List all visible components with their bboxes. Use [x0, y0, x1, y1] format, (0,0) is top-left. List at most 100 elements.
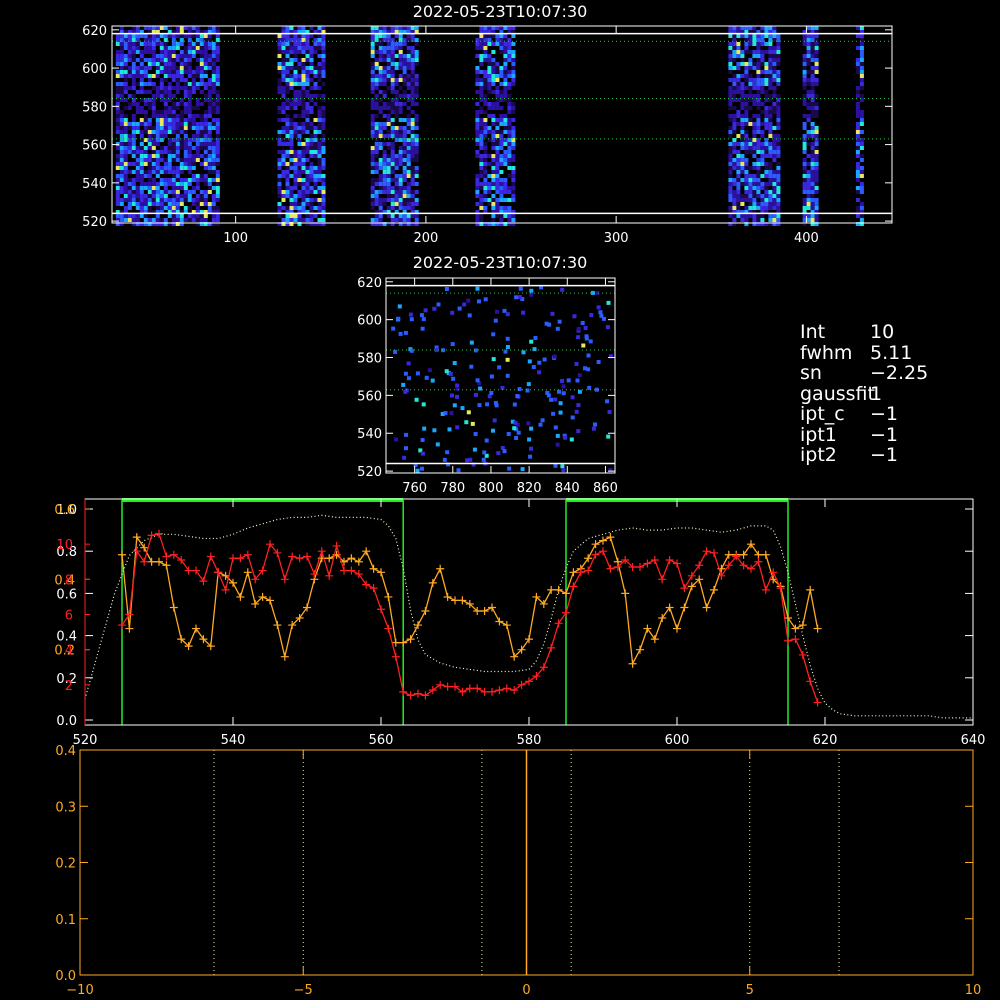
heatmap-wide-cell: [211, 126, 216, 130]
heatmap-wide-cell: [127, 190, 132, 194]
heatmap-wide-cell: [740, 26, 745, 30]
heatmap-wide-cell: [740, 134, 745, 138]
heatmap-wide-cell: [507, 26, 512, 30]
heatmap-wide-cell: [207, 190, 212, 194]
heatmap-wide-cell: [802, 102, 807, 106]
heatmap-wide-cell: [507, 214, 512, 218]
heatmap-wide-cell: [859, 174, 864, 178]
heatmap-wide-cell: [211, 62, 216, 66]
heatmap-wide-cell: [374, 154, 379, 158]
heatmap-wide-cell: [183, 70, 188, 74]
heatmap-wide-cell: [207, 66, 212, 70]
heatmap-wide-cell: [507, 218, 512, 222]
red-point: [443, 682, 452, 691]
heatmap-wide-cell: [756, 158, 761, 162]
heatmap-small-cell: [472, 447, 477, 452]
heatmap-wide-cell: [728, 114, 733, 118]
heatmap-wide-cell: [305, 74, 310, 78]
heatmap-wide-cell: [414, 118, 419, 122]
orange-point: [754, 550, 763, 559]
heatmap-wide-cell: [195, 158, 200, 162]
heatmap-wide-cell: [301, 170, 306, 174]
heatmap-wide-cell: [297, 166, 302, 170]
heatmap-wide-cell: [131, 26, 136, 30]
heatmap-wide-cell: [281, 58, 286, 62]
heatmap-wide-cell: [163, 106, 168, 110]
heatmap-wide-cell: [289, 194, 294, 198]
heatmap-wide-cell: [479, 118, 484, 122]
heatmap-wide-cell: [281, 110, 286, 114]
heatmap-wide-cell: [297, 94, 302, 98]
heatmap-wide-cell: [802, 178, 807, 182]
red-point: [680, 584, 689, 593]
heatmap-wide-cell: [374, 214, 379, 218]
heatmap-small-cell: [558, 401, 563, 406]
heatmap-wide-cell: [744, 150, 749, 154]
heatmap-wide-cell: [207, 170, 212, 174]
heatmap-wide-cell: [760, 86, 765, 90]
heatmap-wide-cell: [495, 178, 500, 182]
heatmap-wide-cell: [511, 146, 516, 150]
heatmap-small-cell: [546, 393, 551, 398]
heatmap-wide-cell: [289, 26, 294, 30]
heatmap-wide-cell: [135, 46, 140, 50]
heatmap-wide-cell: [163, 190, 168, 194]
heatmap-wide-cell: [191, 106, 196, 110]
heatmap-wide-cell: [195, 154, 200, 158]
heatmap-wide-cell: [768, 34, 773, 38]
heatmap-wide-cell: [499, 114, 504, 118]
heatmap-wide-cell: [483, 170, 488, 174]
heatmap-wide-cell: [119, 42, 124, 46]
heatmap-wide-cell: [289, 130, 294, 134]
heatmap-wide-cell: [378, 142, 383, 146]
red-point: [332, 541, 341, 550]
heatmap-wide-cell: [859, 70, 864, 74]
heatmap-wide-cell: [199, 218, 204, 222]
heatmap-wide-cell: [301, 114, 306, 118]
heatmap-wide-cell: [321, 58, 326, 62]
heatmap-wide-cell: [382, 94, 387, 98]
heatmap-wide-cell: [293, 198, 298, 202]
heatmap-wide-cell: [479, 82, 484, 86]
heatmap-wide-cell: [305, 110, 310, 114]
heatmap-wide-cell: [475, 118, 480, 122]
heatmap-wide-cell: [772, 90, 777, 94]
heatmap-wide-cell: [479, 90, 484, 94]
heatmap-wide-cell: [503, 82, 508, 86]
red-point: [813, 698, 822, 707]
heatmap-wide-cell: [211, 122, 216, 126]
heatmap-wide-cell: [728, 102, 733, 106]
heatmap-wide-cell: [195, 206, 200, 210]
heatmap-wide-cell: [728, 150, 733, 154]
heatmap-wide-cell: [398, 50, 403, 54]
heatmap-wide-cell: [159, 34, 164, 38]
heatmap-wide-cell: [487, 130, 492, 134]
heatmap-wide-cell: [119, 134, 124, 138]
heatmap-wide-cell: [511, 102, 516, 106]
heatmap-wide-cell: [127, 150, 132, 154]
heatmap-small-cell: [406, 361, 411, 366]
heatmap-wide-cell: [159, 58, 164, 62]
heatmap-wide-cell: [772, 142, 777, 146]
heatmap-wide-cell: [491, 218, 496, 222]
heatmap-wide-cell: [370, 182, 375, 186]
heatmap-wide-cell: [760, 142, 765, 146]
heatmap-wide-cell: [123, 74, 128, 78]
heatmap-small-cell: [421, 402, 426, 407]
heatmap-small-cell: [547, 322, 552, 327]
heatmap-wide-cell: [764, 150, 769, 154]
heatmap-wide-cell: [732, 178, 737, 182]
heatmap-wide-cell: [764, 122, 769, 126]
heatmap-small-cell: [586, 353, 591, 358]
heatmap-wide-cell: [491, 146, 496, 150]
heatmap-wide-cell: [374, 78, 379, 82]
heatmap-small-cell: [529, 288, 534, 293]
heatmap-wide-cell: [159, 94, 164, 98]
heatmap-wide-cell: [756, 86, 761, 90]
x-tick-label: 0: [522, 983, 530, 998]
heatmap-wide-cell: [390, 218, 395, 222]
heatmap-wide-cell: [768, 114, 773, 118]
heatmap-wide-cell: [317, 42, 322, 46]
heatmap-wide-cell: [119, 178, 124, 182]
heatmap-wide-cell: [195, 74, 200, 78]
